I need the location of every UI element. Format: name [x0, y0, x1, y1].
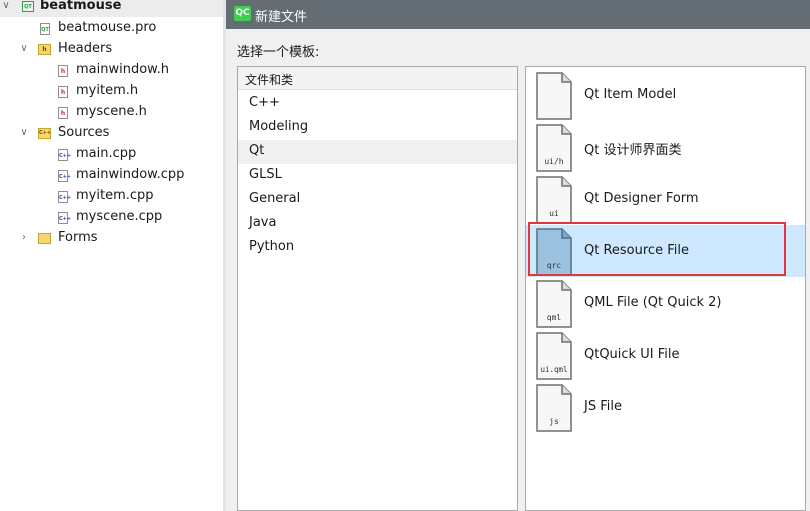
- category-label: Qt: [249, 143, 265, 158]
- tree-item-label: myscene.cpp: [76, 209, 163, 224]
- choose-template-label: 选择一个模板:: [237, 45, 320, 60]
- document-icon-text: ui.qml: [540, 365, 567, 374]
- tree-item-mainwindow-h[interactable]: h mainwindow.h: [0, 60, 223, 81]
- category-item-java[interactable]: Java: [238, 212, 517, 236]
- qt-creator-logo-icon: QC: [234, 6, 251, 21]
- template-item-js-file[interactable]: js JS File: [526, 381, 805, 433]
- pro-file-icon: QT: [40, 23, 50, 35]
- category-label: Python: [249, 239, 295, 254]
- tree-item-label: myscene.h: [76, 104, 147, 119]
- cpp-file-icon: C++: [58, 212, 71, 224]
- category-item-general[interactable]: General: [238, 188, 517, 212]
- dialog-title: 新建文件: [255, 10, 308, 25]
- tree-root-label: beatmouse: [40, 0, 122, 13]
- tree-folder-headers[interactable]: ∨ h Headers: [0, 39, 223, 60]
- document-icon: ui/h: [536, 124, 572, 172]
- template-label: JS File: [584, 399, 622, 414]
- cpp-file-icon: C++: [58, 149, 71, 161]
- category-list: 文件和类 C++ Modeling Qt GLSL General Java P…: [237, 66, 518, 511]
- headers-folder-icon: h: [38, 44, 51, 55]
- template-label: Qt Designer Form: [584, 191, 699, 206]
- document-icon: [536, 72, 572, 120]
- tree-folder-forms[interactable]: › Forms: [0, 228, 223, 249]
- tree-item-pro-file[interactable]: QT beatmouse.pro: [0, 18, 223, 39]
- tree-folder-label: Headers: [58, 41, 113, 56]
- category-label: GLSL: [249, 167, 282, 182]
- template-label: QtQuick UI File: [584, 347, 680, 362]
- document-icon: ui: [536, 176, 572, 224]
- cpp-file-icon: C++: [58, 191, 71, 203]
- category-item-modeling[interactable]: Modeling: [238, 116, 517, 140]
- tree-item-myscene-h[interactable]: h myscene.h: [0, 102, 223, 123]
- sources-folder-icon: C++: [38, 128, 51, 139]
- chevron-right-icon[interactable]: ›: [18, 232, 30, 244]
- tree-item-myscene-cpp[interactable]: C++ myscene.cpp: [0, 207, 223, 228]
- header-file-icon: h: [58, 107, 68, 119]
- forms-folder-icon: [38, 233, 51, 244]
- template-item-qt-designer-form[interactable]: ui Qt Designer Form: [526, 173, 805, 225]
- cpp-file-icon: C++: [58, 170, 71, 182]
- category-item-qt[interactable]: Qt: [238, 140, 517, 164]
- header-file-icon: h: [58, 86, 68, 98]
- category-label: C++: [249, 95, 280, 110]
- chevron-down-icon[interactable]: ∨: [18, 127, 30, 139]
- tree-item-main-cpp[interactable]: C++ main.cpp: [0, 144, 223, 165]
- annotation-highlight-box: [528, 222, 786, 276]
- template-item-qml-file[interactable]: qml QML File (Qt Quick 2): [526, 277, 805, 329]
- document-icon-text: ui/h: [544, 157, 563, 166]
- category-item-cpp[interactable]: C++: [238, 92, 517, 116]
- tree-item-label: myitem.h: [76, 83, 139, 98]
- template-item-qtquick-ui-file[interactable]: ui.qml QtQuick UI File: [526, 329, 805, 381]
- tree-folder-label: Sources: [58, 125, 110, 140]
- category-label: Java: [249, 215, 277, 230]
- tree-item-label: mainwindow.cpp: [76, 167, 185, 182]
- category-item-python[interactable]: Python: [238, 236, 517, 260]
- tree-folder-sources[interactable]: ∨ C++ Sources: [0, 123, 223, 144]
- dialog-titlebar[interactable]: QC 新建文件: [226, 0, 810, 29]
- category-label: Modeling: [249, 119, 309, 134]
- tree-item-label: main.cpp: [76, 146, 137, 161]
- category-label: General: [249, 191, 301, 206]
- qt-project-icon: QT: [22, 1, 34, 12]
- category-header: 文件和类: [238, 67, 517, 90]
- tree-item-myitem-cpp[interactable]: C++ myitem.cpp: [0, 186, 223, 207]
- chevron-down-icon[interactable]: ∨: [0, 0, 12, 12]
- template-label: Qt 设计师界面类: [584, 143, 682, 158]
- new-file-dialog: QC 新建文件 选择一个模板: 文件和类 C++ Modeling Qt GLS…: [226, 0, 810, 511]
- document-icon-text: qml: [547, 313, 562, 322]
- document-icon-text: js: [549, 417, 559, 426]
- category-item-glsl[interactable]: GLSL: [238, 164, 517, 188]
- template-item-qt-designer-class[interactable]: ui/h Qt 设计师界面类: [526, 121, 805, 173]
- tree-folder-label: Forms: [58, 230, 98, 245]
- document-icon: ui.qml: [536, 332, 572, 380]
- tree-item-myitem-h[interactable]: h myitem.h: [0, 81, 223, 102]
- template-label: QML File (Qt Quick 2): [584, 295, 722, 310]
- tree-item-label: myitem.cpp: [76, 188, 154, 203]
- tree-item-mainwindow-cpp[interactable]: C++ mainwindow.cpp: [0, 165, 223, 186]
- document-icon-text: ui: [549, 209, 559, 218]
- tree-item-label: beatmouse.pro: [58, 20, 157, 35]
- template-item-qt-item-model[interactable]: Qt Item Model: [526, 69, 805, 121]
- template-label: Qt Item Model: [584, 87, 677, 102]
- project-tree: ∨ QT beatmouse QT beatmouse.pro ∨ h Head…: [0, 0, 223, 511]
- document-icon: js: [536, 384, 572, 432]
- category-header-label: 文件和类: [245, 73, 294, 87]
- tree-root-beatmouse[interactable]: ∨ QT beatmouse: [0, 0, 223, 17]
- template-list: Qt Item Model ui/h Qt 设计师界面类 ui Qt Desig…: [525, 66, 806, 511]
- document-icon: qml: [536, 280, 572, 328]
- header-file-icon: h: [58, 65, 68, 77]
- tree-item-label: mainwindow.h: [76, 62, 169, 77]
- chevron-down-icon[interactable]: ∨: [18, 43, 30, 55]
